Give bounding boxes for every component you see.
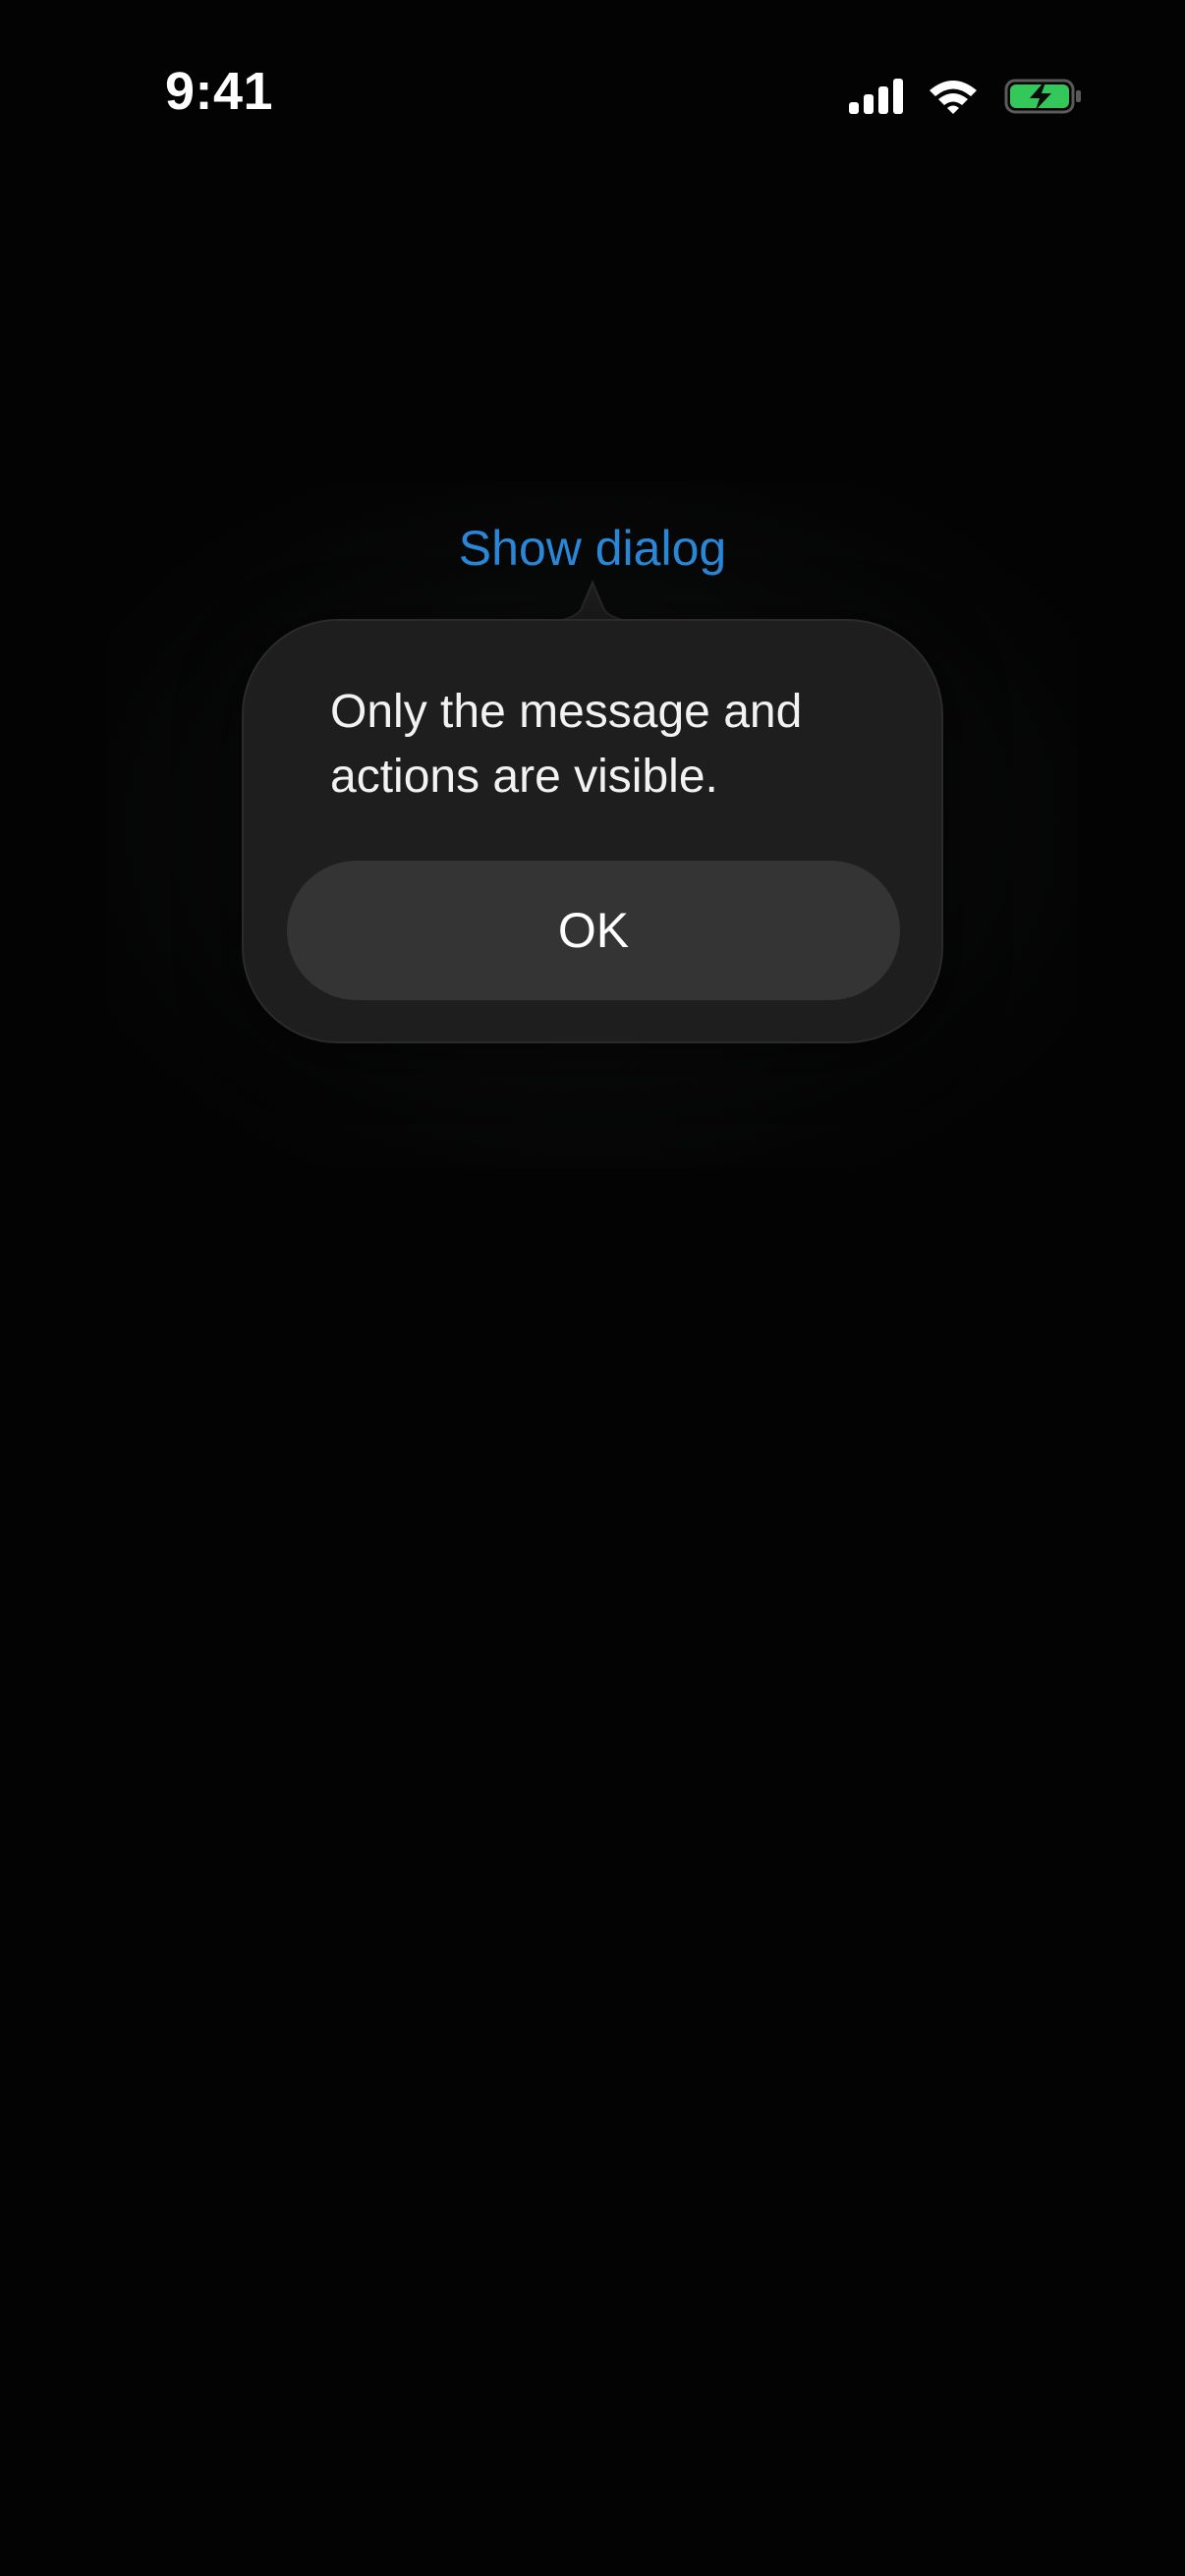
status-icons — [847, 77, 1083, 116]
battery-charging-icon — [1004, 79, 1081, 114]
show-dialog-button[interactable]: Show dialog — [0, 519, 1185, 578]
signal-icon — [849, 79, 903, 114]
dialog-message: Only the message and actions are visible… — [330, 686, 803, 803]
ok-button[interactable]: OK — [287, 861, 900, 1000]
popover-arrow — [541, 580, 644, 622]
status-bar: 9:41 — [0, 0, 1185, 138]
wifi-icon — [930, 81, 977, 114]
status-time: 9:41 — [165, 62, 274, 121]
dialog-popover: Only the message and actions are visible… — [242, 619, 943, 1043]
